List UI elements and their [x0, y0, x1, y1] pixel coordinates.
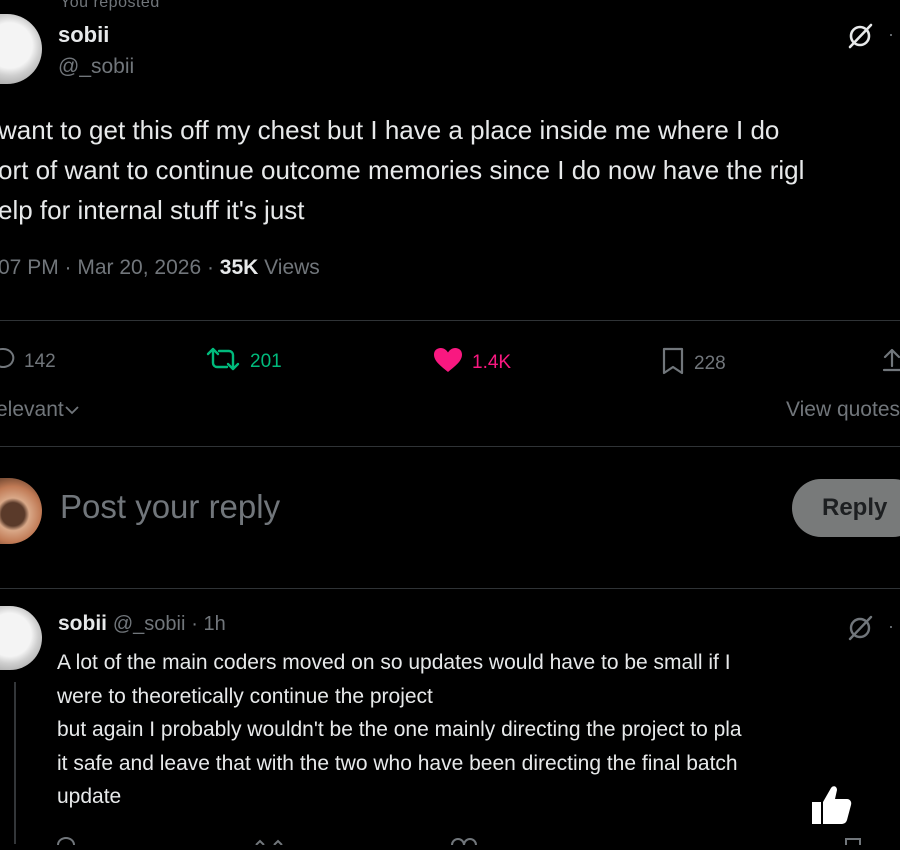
- grok-icon[interactable]: [846, 614, 874, 642]
- chevron-down-icon: [64, 398, 80, 421]
- reply-text-line: update: [57, 785, 122, 808]
- thread-line: [14, 682, 16, 844]
- divider: [0, 446, 900, 447]
- author-display-name[interactable]: sobii: [58, 22, 109, 48]
- reply-action[interactable]: 142: [0, 346, 56, 378]
- reply-time[interactable]: · 1h: [191, 613, 225, 635]
- reply-header: sobii @_sobii · 1h: [58, 612, 226, 636]
- post-date[interactable]: Mar 20, 2026: [77, 256, 201, 279]
- views-label: Views: [264, 256, 320, 279]
- comment-bubble-icon: [0, 346, 16, 378]
- grok-icon[interactable]: [846, 22, 874, 50]
- post-text: want to get this off my chest but I have…: [0, 110, 804, 230]
- author-avatar[interactable]: [0, 14, 42, 84]
- reply-author-avatar[interactable]: [0, 606, 42, 670]
- thumbs-up-icon: [806, 780, 856, 830]
- repost-action[interactable]: 201: [204, 346, 282, 378]
- reply-actions-row: [0, 832, 900, 846]
- divider: [0, 588, 900, 589]
- current-user-avatar[interactable]: [0, 478, 42, 544]
- more-options-icon[interactable]: ·: [888, 616, 894, 637]
- reply-author-name[interactable]: sobii: [58, 612, 107, 635]
- reply-author-handle[interactable]: @_sobii: [113, 613, 186, 635]
- bookmark-count: 228: [694, 353, 726, 374]
- reply-text: A lot of the main coders moved on so upd…: [57, 646, 742, 814]
- like-count: 1.4K: [472, 352, 512, 373]
- repost-arrows-icon: [204, 346, 242, 378]
- reply-text-line: were to theoretically continue the proje…: [57, 684, 433, 708]
- sort-label: elevant: [0, 398, 64, 421]
- like-action[interactable]: 1.4K: [432, 346, 511, 380]
- view-quotes-link[interactable]: View quotes: [786, 398, 900, 422]
- reply-input[interactable]: Post your reply: [60, 488, 280, 526]
- post-text-line: want to get this off my chest but I have…: [0, 115, 780, 145]
- reply-count: 142: [24, 351, 56, 372]
- post-text-line: ort of want to continue outcome memories…: [0, 155, 805, 185]
- repost-indicator: You reposted: [60, 0, 160, 11]
- author-handle[interactable]: @_sobii: [58, 55, 134, 79]
- reply-button[interactable]: Reply: [792, 479, 900, 537]
- more-options-icon[interactable]: ·: [888, 24, 894, 45]
- bookmark-action[interactable]: 228: [660, 346, 726, 382]
- repost-count: 201: [250, 351, 282, 372]
- reply-text-line: A lot of the main coders moved on so upd…: [57, 651, 731, 674]
- post-text-line: elp for internal stuff it's just: [0, 195, 305, 225]
- heart-filled-icon: [432, 346, 464, 380]
- post-meta: 07 PM · Mar 20, 2026 · 35K Views: [0, 256, 320, 279]
- reply-text-line: it safe and leave that with the two who …: [57, 751, 738, 775]
- bookmark-icon: [660, 346, 686, 382]
- divider: [0, 320, 900, 321]
- views-count: 35K: [219, 256, 259, 279]
- share-upload-icon[interactable]: [880, 346, 900, 381]
- post-time[interactable]: 07 PM: [0, 256, 59, 279]
- sort-relevancy-button[interactable]: elevant: [0, 398, 80, 422]
- reply-text-line: but again I probably wouldn't be the one…: [57, 718, 742, 741]
